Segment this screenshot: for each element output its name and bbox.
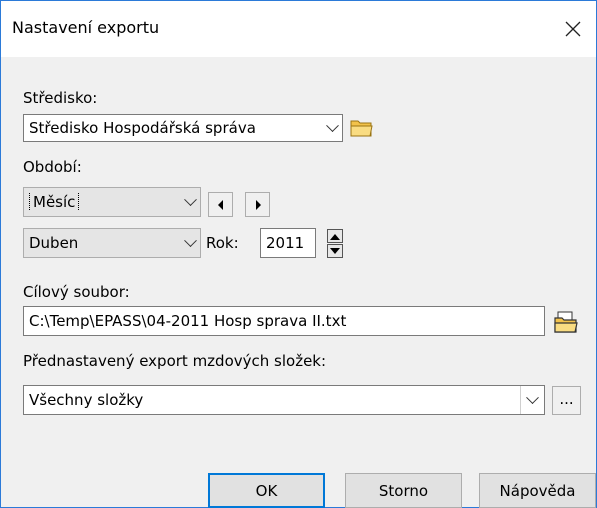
center-select-value: Středisko Hospodářská správa <box>29 119 256 137</box>
month-select-value: Duben <box>29 234 79 252</box>
chevron-down-icon <box>520 386 544 414</box>
arrow-down-icon <box>330 247 340 254</box>
open-folder-icon <box>554 311 578 333</box>
ok-button[interactable]: OK <box>208 473 325 508</box>
target-file-label: Cílový soubor: <box>23 283 130 301</box>
preset-select-value: Všechny složky <box>29 391 144 409</box>
center-select[interactable]: Středisko Hospodářská správa <box>23 114 343 142</box>
month-select[interactable]: Duben <box>23 228 201 258</box>
year-decrement-button[interactable] <box>327 244 343 258</box>
target-file-input[interactable]: C:\Temp\EPASS\04-2011 Hosp sprava II.txt <box>23 306 545 336</box>
close-icon <box>565 21 581 37</box>
arrow-right-icon <box>255 199 261 210</box>
period-type-value: Měsíc <box>29 193 80 211</box>
year-input[interactable]: 2011 <box>260 228 316 258</box>
close-button[interactable] <box>550 1 596 57</box>
year-increment-button[interactable] <box>327 229 343 243</box>
browse-file-button[interactable] <box>551 308 581 336</box>
preset-label: Přednastavený export mzdových složek: <box>23 352 327 370</box>
help-button[interactable]: Nápověda <box>479 473 596 508</box>
center-label: Středisko: <box>23 89 98 107</box>
arrow-left-icon <box>217 199 223 210</box>
cancel-button[interactable]: Storno <box>345 473 462 508</box>
chevron-down-icon <box>180 229 200 257</box>
preset-more-button[interactable]: ... <box>552 386 581 415</box>
export-settings-dialog: Nastavení exportu Středisko: Středisko H… <box>0 0 597 508</box>
period-type-select[interactable]: Měsíc <box>23 187 201 217</box>
dialog-title: Nastavení exportu <box>12 18 160 37</box>
chevron-down-icon <box>322 115 342 141</box>
next-period-button[interactable] <box>245 192 270 217</box>
browse-center-button[interactable] <box>348 114 376 142</box>
chevron-down-icon <box>180 188 200 216</box>
arrow-up-icon <box>330 233 340 240</box>
title-bar: Nastavení exportu <box>1 1 596 57</box>
preset-select[interactable]: Všechny složky <box>23 385 545 415</box>
folder-icon <box>350 120 373 137</box>
period-label: Období: <box>23 158 82 176</box>
year-label: Rok: <box>206 234 239 252</box>
previous-period-button[interactable] <box>208 192 233 217</box>
